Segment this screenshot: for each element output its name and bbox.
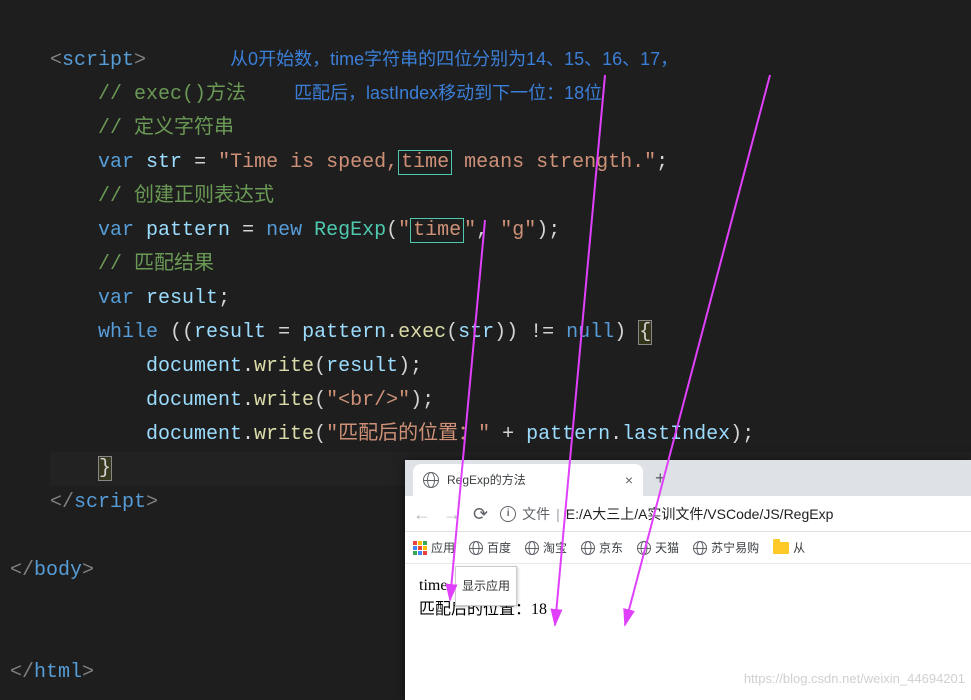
bookmark-tmall[interactable]: 天猫: [637, 531, 679, 565]
globe-icon: [469, 541, 483, 555]
tab-title: RegExp的方法: [447, 463, 526, 497]
comment-regex: // 创建正则表达式: [98, 185, 274, 208]
script-open-tag: script: [62, 49, 134, 72]
new-tab-button[interactable]: +: [643, 461, 678, 495]
url-text: E:/A大三上/A实训文件/VSCode/JS/RegExp: [566, 497, 834, 531]
bookmark-taobao[interactable]: 淘宝: [525, 531, 567, 565]
globe-icon: [637, 541, 651, 555]
comment-result: // 匹配结果: [98, 253, 214, 276]
address-bar[interactable]: i 文件 | E:/A大三上/A实训文件/VSCode/JS/RegExp: [500, 497, 963, 531]
apps-tooltip: 显示应用: [455, 566, 517, 606]
globe-icon: [525, 541, 539, 555]
apps-icon: [413, 541, 427, 555]
annotation-line2: 匹配后，lastIndex移动到下一位：18位: [294, 83, 602, 103]
globe-icon: [581, 541, 595, 555]
bookmark-baidu[interactable]: 百度: [469, 531, 511, 565]
apps-button[interactable]: 应用: [413, 531, 455, 565]
browser-tab[interactable]: RegExp的方法 ×: [413, 464, 643, 496]
highlighted-time-1: time: [398, 150, 452, 175]
watermark: https://blog.csdn.net/weixin_44694201: [744, 662, 965, 696]
bookmark-folder[interactable]: 从: [773, 531, 805, 565]
back-button[interactable]: ←: [413, 497, 431, 531]
globe-icon: [423, 472, 439, 488]
html-close-tag: html: [34, 661, 82, 684]
forward-button[interactable]: →: [443, 497, 461, 531]
globe-icon: [693, 541, 707, 555]
reload-button[interactable]: ⟳: [473, 497, 488, 531]
browser-toolbar: ← → ⟳ i 文件 | E:/A大三上/A实训文件/VSCode/JS/Reg…: [405, 496, 971, 532]
info-icon[interactable]: i: [500, 506, 516, 522]
tab-strip: RegExp的方法 × +: [405, 460, 971, 496]
bookmark-suning[interactable]: 苏宁易购: [693, 531, 759, 565]
bookmark-bar: 应用 百度 淘宝 京东 天猫 苏宁易购 从: [405, 532, 971, 564]
bookmark-jd[interactable]: 京东: [581, 531, 623, 565]
comment-exec: // exec()方法: [98, 83, 246, 106]
script-close-tag: script: [74, 491, 146, 514]
body-close-tag: body: [34, 559, 82, 582]
annotation-line1: 从0开始数，time字符串的四位分别为14、15、16、17，: [230, 49, 678, 69]
code-editor[interactable]: <script> 从0开始数，time字符串的四位分别为14、15、16、17，…: [0, 0, 971, 520]
highlighted-time-2: time: [410, 218, 464, 243]
close-icon[interactable]: ×: [625, 463, 633, 497]
folder-icon: [773, 542, 789, 554]
comment-define: // 定义字符串: [98, 117, 234, 140]
